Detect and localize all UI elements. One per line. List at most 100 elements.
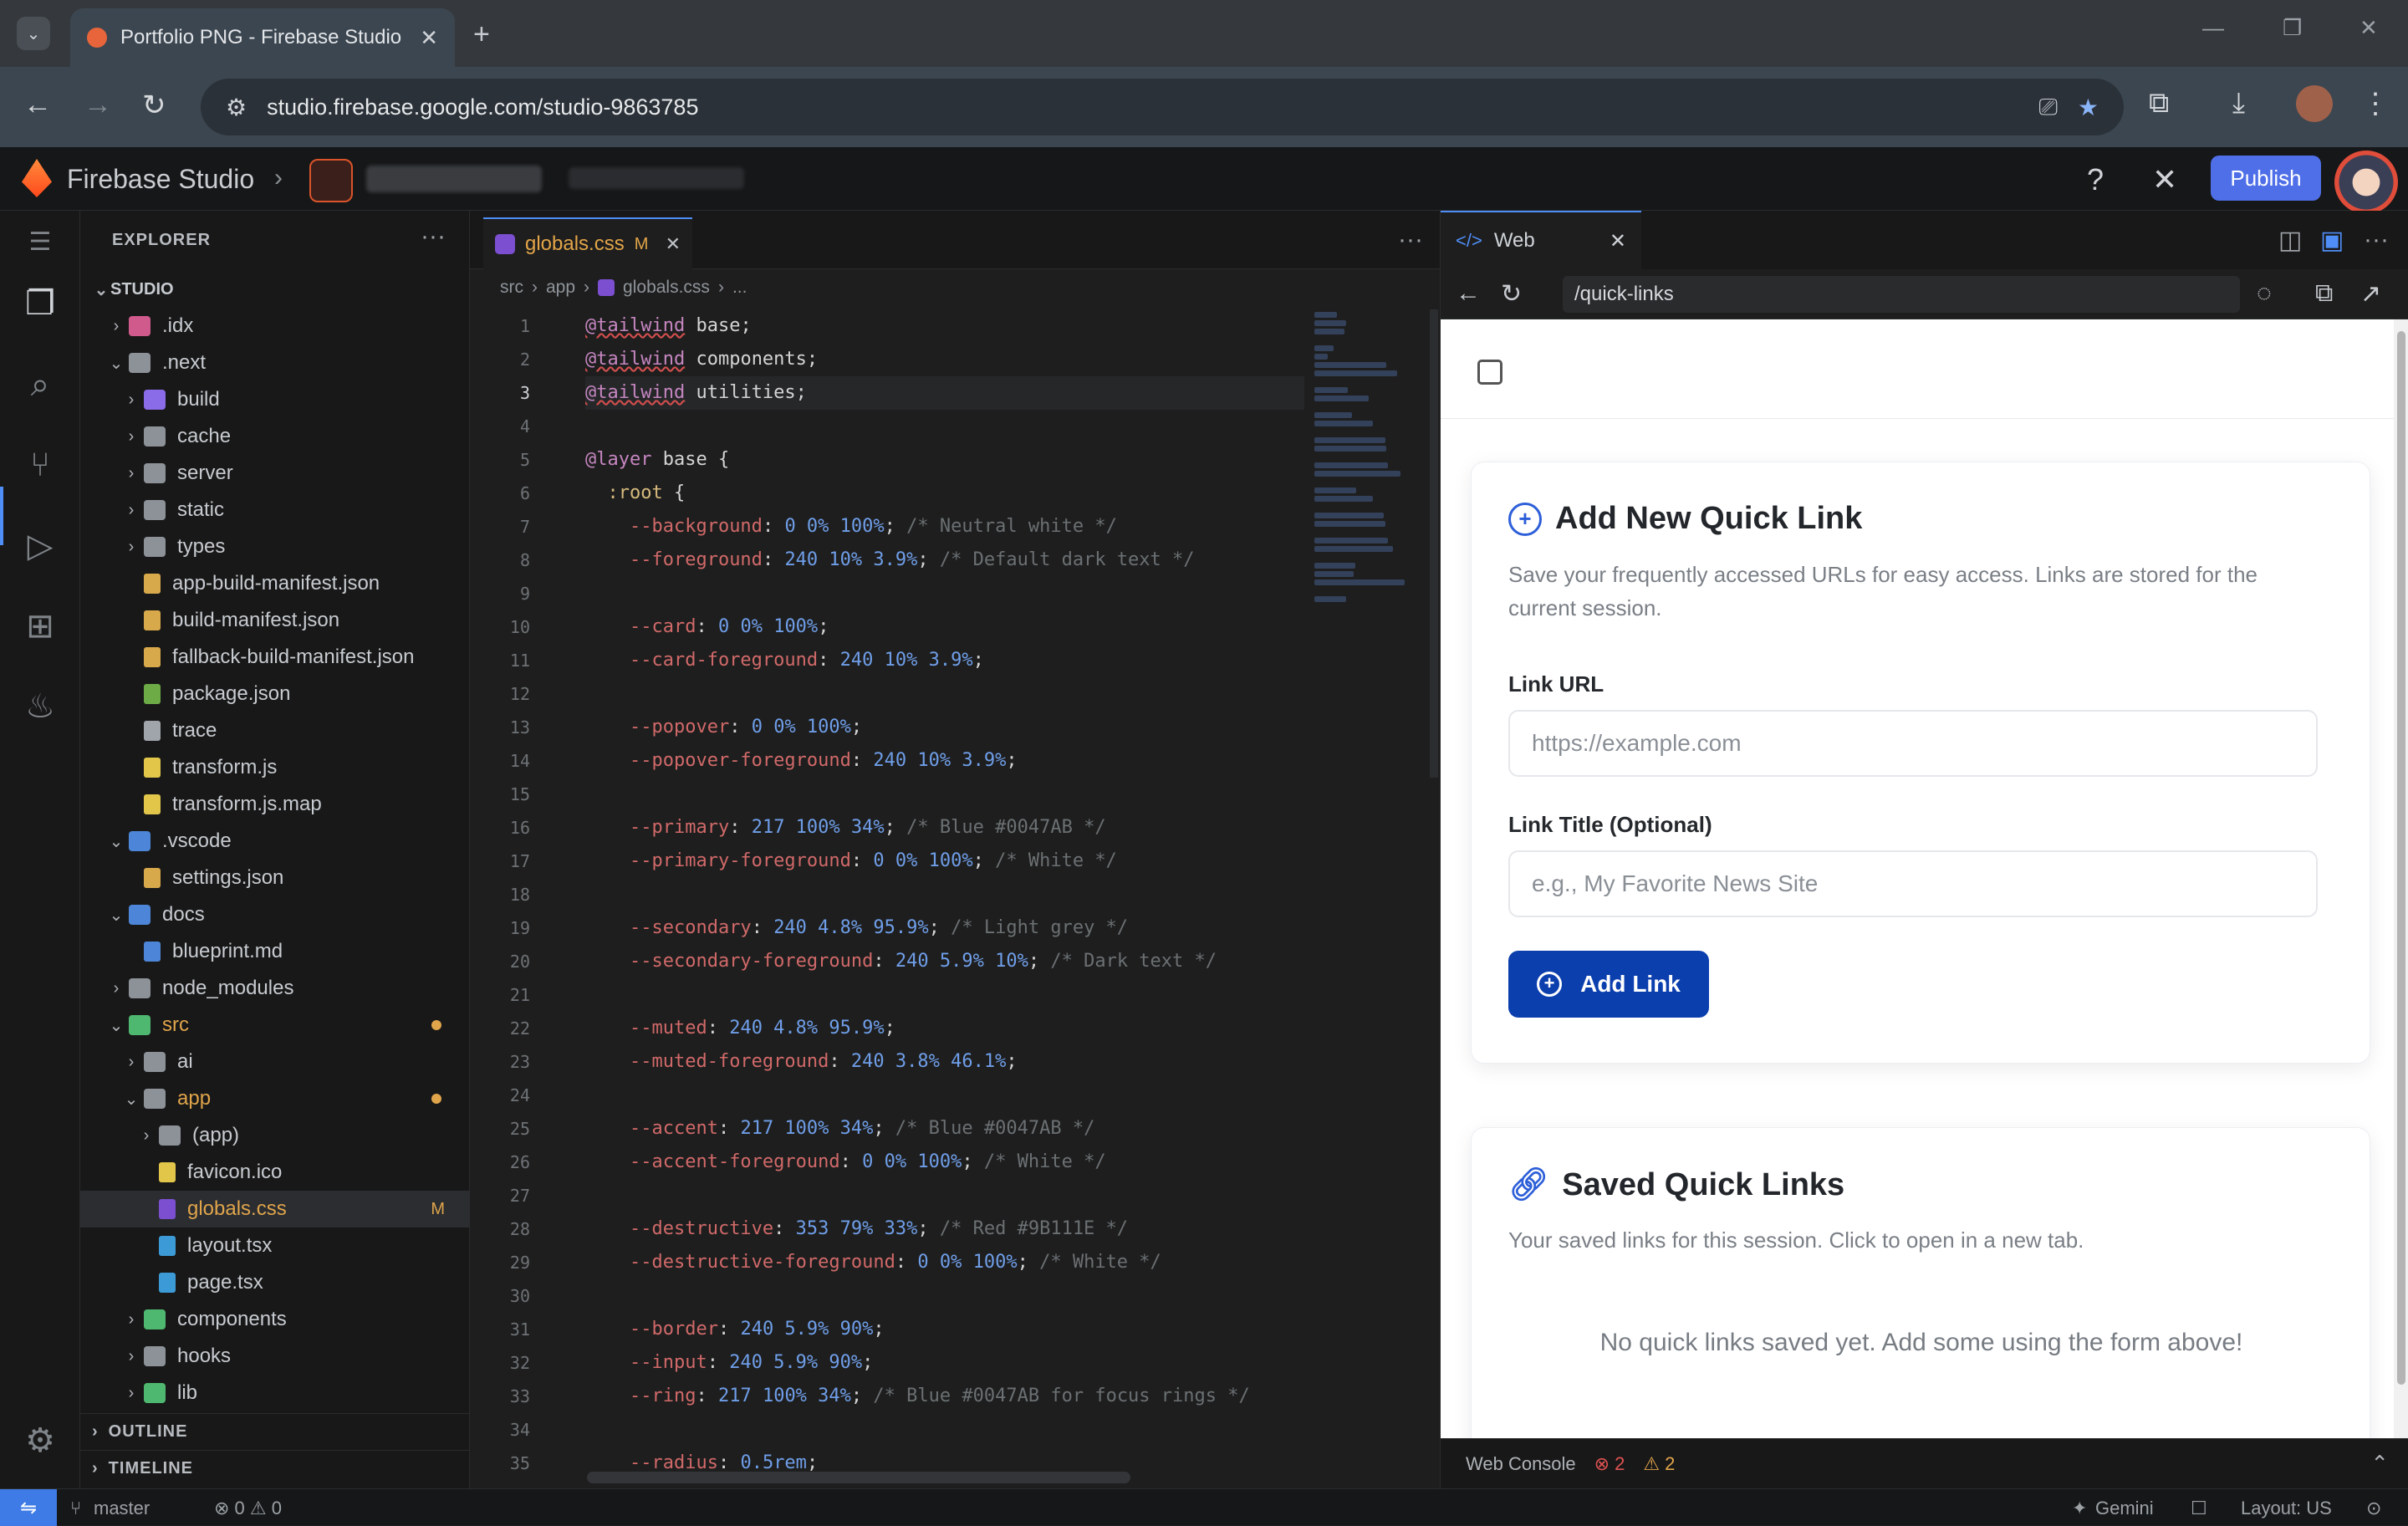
gemini-status[interactable]: Gemini xyxy=(2095,1498,2154,1519)
tree-folder[interactable]: ⌄ .vscode xyxy=(80,823,470,860)
preview-path-input[interactable]: /quick-links xyxy=(1563,276,2240,313)
code-line[interactable]: --card: 0 0% 100%; xyxy=(585,610,1304,644)
tree-file[interactable]: globals.css M xyxy=(80,1191,470,1227)
chat-icon[interactable]: ☐ xyxy=(2191,1498,2207,1519)
downloads-icon[interactable]: ⤓ xyxy=(2232,87,2245,120)
viewport-scrollbar[interactable] xyxy=(2394,319,2408,1438)
branch-name[interactable]: master xyxy=(94,1498,150,1519)
code-line[interactable] xyxy=(585,677,1304,711)
chevron-up-icon[interactable]: ⌃ xyxy=(2370,1451,2389,1477)
code-line[interactable]: --primary: 217 100% 34%; /* Blue #0047AB… xyxy=(585,811,1304,845)
close-icon[interactable]: ✕ xyxy=(666,233,681,255)
maximize-button[interactable]: ❐ xyxy=(2283,15,2302,41)
extensions-icon[interactable]: ⊞ xyxy=(18,607,62,651)
tree-folder[interactable]: ⌄ .next xyxy=(80,344,470,381)
code-line[interactable]: --destructive-foreground: 0 0% 100%; /* … xyxy=(585,1246,1304,1279)
web-console-bar[interactable]: Web Console ⊗ 2 ⚠ 2 ⌃ xyxy=(1441,1438,2408,1488)
code-line[interactable]: --secondary: 240 4.8% 95.9%; /* Light gr… xyxy=(585,911,1304,945)
code-line[interactable]: @layer base { xyxy=(585,443,1304,477)
browser-tab[interactable]: Portfolio PNG - Firebase Studio ✕ xyxy=(70,8,455,67)
reload-icon[interactable]: ↻ xyxy=(142,89,166,122)
code-line[interactable] xyxy=(585,1079,1304,1112)
scrollbar-thumb[interactable] xyxy=(2397,331,2405,1385)
help-icon[interactable]: ? xyxy=(2087,162,2104,197)
code-line[interactable]: --popover-foreground: 240 10% 3.9%; xyxy=(585,744,1304,778)
tree-file[interactable]: transform.js xyxy=(80,749,470,786)
tree-file[interactable]: transform.js.map xyxy=(80,786,470,823)
address-bar-url[interactable]: studio.firebase.google.com/studio-986378… xyxy=(267,94,2018,120)
code-line[interactable]: @tailwind utilities; xyxy=(585,376,1304,410)
install-app-icon[interactable]: ⎚ xyxy=(2038,94,2057,121)
site-info-icon[interactable]: ⚙ xyxy=(226,94,247,121)
vertical-scrollbar[interactable] xyxy=(1430,309,1438,778)
hide-preview-icon[interactable]: ◌ xyxy=(2257,279,2272,308)
close-icon[interactable]: ✕ xyxy=(1610,229,1626,253)
code-line[interactable]: --accent-foreground: 0 0% 100%; /* White… xyxy=(585,1146,1304,1179)
code-line[interactable]: --destructive: 353 79% 33%; /* Red #9B11… xyxy=(585,1212,1304,1246)
outline-section[interactable]: › OUTLINE xyxy=(80,1413,470,1450)
horizontal-scrollbar[interactable] xyxy=(587,1472,1130,1483)
tree-file[interactable]: build-manifest.json xyxy=(80,602,470,639)
tree-folder[interactable]: ⌄ src xyxy=(80,1007,470,1044)
window-close-button[interactable]: ✕ xyxy=(2360,15,2378,41)
tree-file[interactable]: package.json xyxy=(80,676,470,712)
breadcrumb-item[interactable]: ... xyxy=(732,278,747,298)
tree-folder[interactable]: › lib xyxy=(80,1375,470,1411)
tree-folder[interactable]: › (app) xyxy=(80,1117,470,1154)
project-name-redacted[interactable] xyxy=(366,166,542,192)
editor-tab-globals-css[interactable]: globals.css M ✕ xyxy=(483,217,692,269)
breadcrumb-item[interactable]: app xyxy=(546,278,575,298)
browser-profile-avatar[interactable] xyxy=(2296,85,2333,122)
publish-button[interactable]: Publish xyxy=(2211,156,2321,201)
switch-view-icon[interactable]: ✕ xyxy=(2152,162,2177,197)
code-line[interactable]: --ring: 217 100% 34%; /* Blue #0047AB fo… xyxy=(585,1380,1304,1413)
code-line[interactable] xyxy=(585,1413,1304,1447)
device-view-icon[interactable]: ▣ xyxy=(2320,226,2344,255)
source-control-icon[interactable]: ⑂ xyxy=(18,447,62,490)
notifications-icon[interactable]: ⊙ xyxy=(2366,1498,2381,1519)
timeline-section[interactable]: › TIMELINE xyxy=(80,1450,470,1487)
tab-search-button[interactable]: ⌄ xyxy=(17,17,50,50)
minimap[interactable] xyxy=(1314,309,1415,694)
link-url-input[interactable] xyxy=(1508,710,2318,777)
problems-count[interactable]: ⊗ 0 ⚠ 0 xyxy=(214,1498,282,1519)
more-actions-icon[interactable]: ··· xyxy=(1398,226,1423,254)
tree-folder[interactable]: › components xyxy=(80,1301,470,1338)
user-avatar[interactable] xyxy=(2334,151,2398,214)
menu-icon[interactable]: ☰ xyxy=(18,227,62,271)
code-line[interactable]: --muted-foreground: 240 3.8% 46.1%; xyxy=(585,1045,1304,1079)
split-editor-icon[interactable]: ◫ xyxy=(2278,226,2302,255)
code-line[interactable]: --popover: 0 0% 100%; xyxy=(585,711,1304,744)
tree-folder[interactable]: › build xyxy=(80,381,470,418)
tree-folder[interactable]: › server xyxy=(80,455,470,492)
code-line[interactable]: --border: 240 5.9% 90%; xyxy=(585,1313,1304,1346)
code-line[interactable]: --secondary-foreground: 240 5.9% 10%; /*… xyxy=(585,945,1304,978)
tree-file[interactable]: fallback-build-manifest.json xyxy=(80,639,470,676)
code-line[interactable]: @tailwind base; xyxy=(585,309,1304,343)
keyboard-layout[interactable]: Layout: US xyxy=(2241,1498,2332,1519)
tree-file[interactable]: page.tsx xyxy=(80,1264,470,1301)
settings-gear-icon[interactable]: ⚙ xyxy=(18,1421,62,1465)
more-actions-icon[interactable]: ··· xyxy=(2364,226,2389,254)
code-line[interactable]: :root { xyxy=(585,477,1304,510)
code-line[interactable]: --foreground: 240 10% 3.9%; /* Default d… xyxy=(585,544,1304,577)
more-actions-icon[interactable]: ··· xyxy=(421,222,446,251)
tree-folder[interactable]: ⌄ docs xyxy=(80,896,470,933)
back-icon[interactable]: ← xyxy=(23,89,52,121)
remote-indicator[interactable]: ⇋ xyxy=(0,1489,57,1526)
firebase-icon[interactable]: ♨ xyxy=(18,687,62,731)
tree-file[interactable]: favicon.ico xyxy=(80,1154,470,1191)
tab-web[interactable]: </> Web ✕ xyxy=(1441,211,1641,269)
forward-icon[interactable]: → xyxy=(84,89,112,121)
new-tab-button[interactable]: + xyxy=(473,18,490,51)
code-line[interactable] xyxy=(585,878,1304,911)
code-line[interactable]: --muted: 240 4.8% 95.9%; xyxy=(585,1012,1304,1045)
tree-file[interactable]: app-build-manifest.json xyxy=(80,565,470,602)
code-line[interactable]: --card-foreground: 240 10% 3.9%; xyxy=(585,644,1304,677)
tree-file[interactable]: trace xyxy=(80,712,470,749)
code-line[interactable]: --input: 240 5.9% 90%; xyxy=(585,1346,1304,1380)
breadcrumb-item[interactable]: globals.css xyxy=(623,278,710,298)
tree-folder[interactable]: › cache xyxy=(80,418,470,455)
breadcrumb-item[interactable]: src xyxy=(500,278,523,298)
code-line[interactable] xyxy=(585,410,1304,443)
